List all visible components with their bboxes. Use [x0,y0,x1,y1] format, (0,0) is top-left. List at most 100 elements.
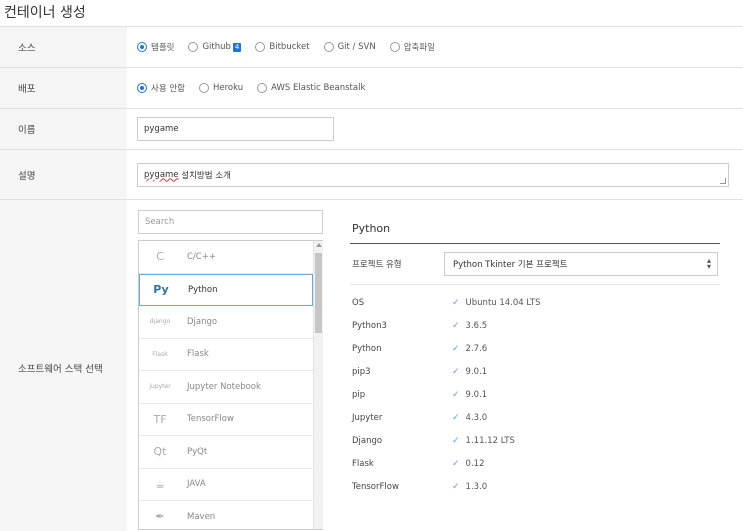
project-type-select[interactable]: Python Tkinter 기본 프로젝트 ▴ ▾ [444,252,718,276]
source-label: 소스 [0,27,127,67]
stack-search-input[interactable]: Search [138,210,323,234]
stack-item-label: C/C++ [187,251,216,262]
stack-item-label: Jupyter Notebook [187,381,261,392]
stack-item-maven[interactable]: ✒ Maven [139,501,313,529]
flask-icon: Flask [152,350,168,358]
stack-item-python[interactable]: Py Python [139,273,313,306]
option-label: Github [202,42,231,52]
page-title: 컨테이너 생성 [4,5,86,21]
name-row: 이름 pygame [0,109,743,150]
radio-git-svn[interactable] [323,42,334,52]
check-icon: ✓ [452,343,460,354]
stack-item-label: PyQt [187,446,208,457]
jupyter-icon: jupyter [149,383,171,391]
radio-github[interactable] [188,42,199,52]
check-icon: ✓ [452,435,460,446]
radio-bitbucket[interactable] [255,42,266,52]
version-name: OS [352,297,365,308]
django-icon: django [149,318,171,326]
check-icon: ✓ [452,458,460,469]
version-value: 3.6.5 [465,320,488,331]
check-icon: ✓ [452,481,460,492]
stack-item-label: Maven [187,511,216,522]
source-option-bitbucket[interactable]: Bitbucket [255,42,310,52]
project-type-value: Python Tkinter 기본 프로젝트 [453,260,568,270]
description-value: 설치방법 소개 [178,170,231,181]
stack-item-c-c-[interactable]: C C/C++ [139,241,313,274]
stack-label: 소프트웨어 스택 선택 [0,200,127,531]
deploy-row: 배포 사용 안함 Heroku AWS Elastic Beanstalk [0,68,743,109]
stack-item-label: Python [188,284,218,295]
version-value: 0.12 [465,458,485,469]
project-type-row: 프로젝트 유형 Python Tkinter 기본 프로젝트 ▴ ▾ [350,244,720,285]
container-form: 소스 템플릿 Github 4 Bitbucket Git / SVN 압축파일… [0,26,743,531]
deploy-option-heroku[interactable]: Heroku [198,83,244,93]
stack-item-label: TensorFlow [187,414,234,425]
stack-item-java[interactable]: ☕ JAVA [139,469,313,501]
stack-list-scrollbar[interactable] [313,241,323,529]
description-textarea[interactable]: pygame 설치방법 소개 [137,162,729,187]
github-count-badge: 4 [232,42,242,52]
source-option-template[interactable]: 템플릿 [137,41,174,53]
check-icon: ✓ [452,297,460,308]
option-label: AWS Elastic Beanstalk [271,83,366,93]
source-option-github[interactable]: Github 4 [188,42,242,52]
select-updown-icon: ▴ ▾ [706,256,711,271]
stack-label-text: 소프트웨어 스택 선택 [18,364,103,375]
stack-item-flask[interactable]: Flask Flask [139,339,313,371]
stack-item-label: Flask [187,349,209,360]
radio-aws[interactable] [257,83,268,93]
deploy-option-none[interactable]: 사용 안함 [137,82,185,94]
stack-detail-title: Python [350,210,720,244]
name-input[interactable]: pygame [137,117,334,141]
version-value: 4.3.0 [465,412,488,423]
scroll-thumb[interactable] [315,253,322,333]
stack-item-label: JAVA [187,479,206,490]
option-label: 압축파일 [403,43,435,53]
version-row: Jupyter ✓ 4.3.0 [350,406,720,429]
version-row: TensorFlow ✓ 1.3.0 [350,475,720,498]
version-name: pip [352,389,366,400]
deploy-label: 배포 [0,68,127,108]
check-icon: ✓ [452,412,460,423]
version-name: Flask [352,458,374,469]
stack-item-pyqt[interactable]: Qt PyQt [139,436,313,469]
stack-detail-panel: Python 프로젝트 유형 Python Tkinter 기본 프로젝트 ▴ ▾… [350,210,720,498]
version-value: 9.0.1 [465,389,488,400]
source-row: 소스 템플릿 Github 4 Bitbucket Git / SVN 압축파일 [0,27,743,68]
version-value: 9.0.1 [465,366,488,377]
stack-item-jupyter-notebook[interactable]: jupyter Jupyter Notebook [139,371,313,404]
c-icon: C [156,250,164,264]
description-misspelled-word: pygame [144,169,179,180]
maven-icon: ✒ [155,510,165,524]
radio-archive[interactable] [389,42,400,52]
source-option-git-svn[interactable]: Git / SVN [323,42,376,52]
version-name: TensorFlow [352,481,399,492]
tensorflow-icon: TF [153,412,167,426]
version-name: pip3 [352,366,371,377]
option-label: 사용 안함 [151,84,185,94]
version-name: Python [352,343,382,354]
radio-template[interactable] [137,42,147,52]
java-icon: ☕ [155,477,165,491]
deploy-radio-group: 사용 안함 Heroku AWS Elastic Beanstalk [137,82,379,94]
version-row: Python ✓ 2.7.6 [350,337,720,360]
stack-item-django[interactable]: django Django [139,306,313,339]
scroll-up-arrow-icon[interactable] [316,243,322,247]
source-option-archive[interactable]: 압축파일 [389,41,435,53]
name-value: pygame [144,124,179,134]
description-row: 설명 pygame 설치방법 소개 [0,150,743,200]
version-name: Django [352,435,383,446]
stack-item-tensorflow[interactable]: TF TensorFlow [139,404,313,436]
stack-list: C C/C++ Py Python django Django Flask Flask jupy… [138,240,323,530]
version-row: Django ✓ 1.11.12 LTS [350,429,720,452]
resize-handle[interactable] [720,177,726,184]
check-icon: ✓ [452,320,460,331]
deploy-option-aws[interactable]: AWS Elastic Beanstalk [257,83,365,93]
option-label: Bitbucket [269,42,310,52]
source-radio-group: 템플릿 Github 4 Bitbucket Git / SVN 압축파일 [137,41,449,53]
radio-heroku[interactable] [198,83,209,93]
radio-none[interactable] [137,83,147,93]
version-value: 2.7.6 [465,343,488,354]
option-label: Heroku [212,83,244,93]
